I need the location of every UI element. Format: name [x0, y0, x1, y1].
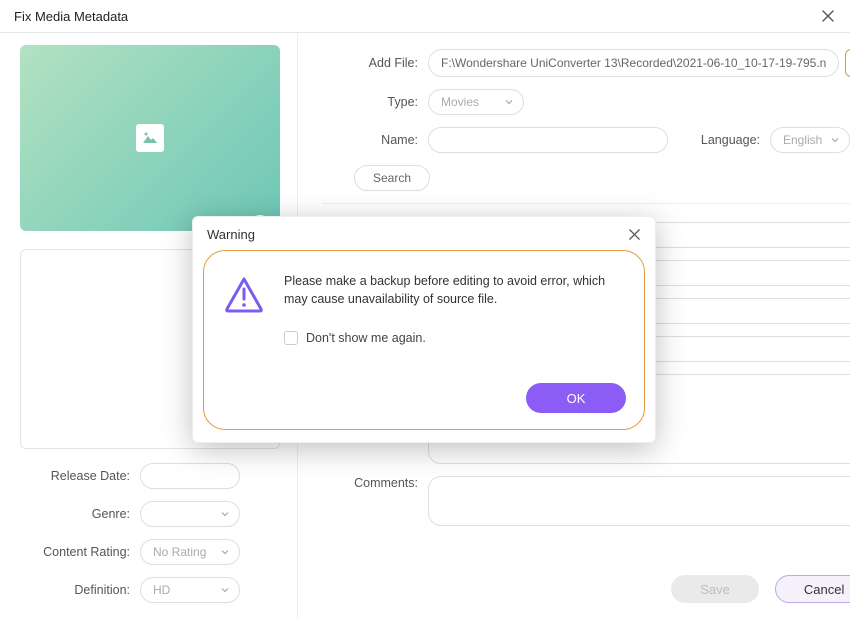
name-input[interactable]	[428, 127, 668, 153]
definition-value: HD	[153, 583, 170, 597]
release-date-input[interactable]	[140, 463, 240, 489]
comments-textarea[interactable]	[428, 476, 850, 526]
footer-buttons: Save Cancel	[671, 575, 850, 603]
type-value: Movies	[441, 95, 479, 109]
ok-button[interactable]: OK	[526, 383, 626, 413]
content-rating-label: Content Rating:	[20, 545, 130, 559]
browse-folder-button[interactable]	[845, 49, 850, 77]
content-rating-select[interactable]: No Rating	[140, 539, 240, 565]
chevron-down-icon	[221, 512, 229, 517]
language-label: Language:	[680, 133, 760, 147]
definition-select[interactable]: HD	[140, 577, 240, 603]
addfile-label: Add File:	[322, 56, 418, 70]
name-label: Name:	[322, 133, 418, 147]
media-thumbnail	[20, 45, 280, 231]
search-button[interactable]: Search	[354, 165, 430, 191]
release-date-label: Release Date:	[20, 469, 130, 483]
close-icon	[821, 9, 835, 23]
genre-select[interactable]	[140, 501, 240, 527]
dialog-close-button[interactable]	[628, 228, 641, 241]
comments-label: Comments:	[322, 476, 418, 490]
addfile-path-value: F:\Wondershare UniConverter 13\Recorded\…	[441, 56, 826, 70]
title-bar: Fix Media Metadata	[0, 0, 850, 32]
window-title: Fix Media Metadata	[14, 9, 128, 24]
chevron-down-icon	[831, 138, 839, 143]
section-divider	[322, 203, 850, 204]
sidebar-form: Release Date: Genre: Content Rating: No …	[20, 463, 277, 615]
dontshow-checkbox[interactable]	[284, 331, 298, 345]
type-label: Type:	[322, 95, 418, 109]
warning-icon	[222, 273, 266, 317]
window-close-button[interactable]	[820, 8, 836, 24]
language-value: English	[783, 133, 822, 147]
genre-label: Genre:	[20, 507, 130, 521]
warning-dialog: Warning Please make a backup before edit…	[192, 216, 656, 443]
chevron-down-icon	[221, 550, 229, 555]
chevron-down-icon	[505, 100, 513, 105]
dialog-message: Please make a backup before editing to a…	[284, 273, 626, 317]
save-button[interactable]: Save	[671, 575, 759, 603]
definition-label: Definition:	[20, 583, 130, 597]
type-select[interactable]: Movies	[428, 89, 524, 115]
dialog-title: Warning	[207, 227, 255, 242]
language-select[interactable]: English	[770, 127, 850, 153]
content-rating-value: No Rating	[153, 545, 206, 559]
addfile-path-input[interactable]: F:\Wondershare UniConverter 13\Recorded\…	[428, 49, 839, 77]
cancel-button[interactable]: Cancel	[775, 575, 850, 603]
image-placeholder-icon	[136, 124, 164, 152]
close-icon	[628, 228, 641, 241]
dontshow-label: Don't show me again.	[306, 331, 426, 345]
chevron-down-icon	[221, 588, 229, 593]
